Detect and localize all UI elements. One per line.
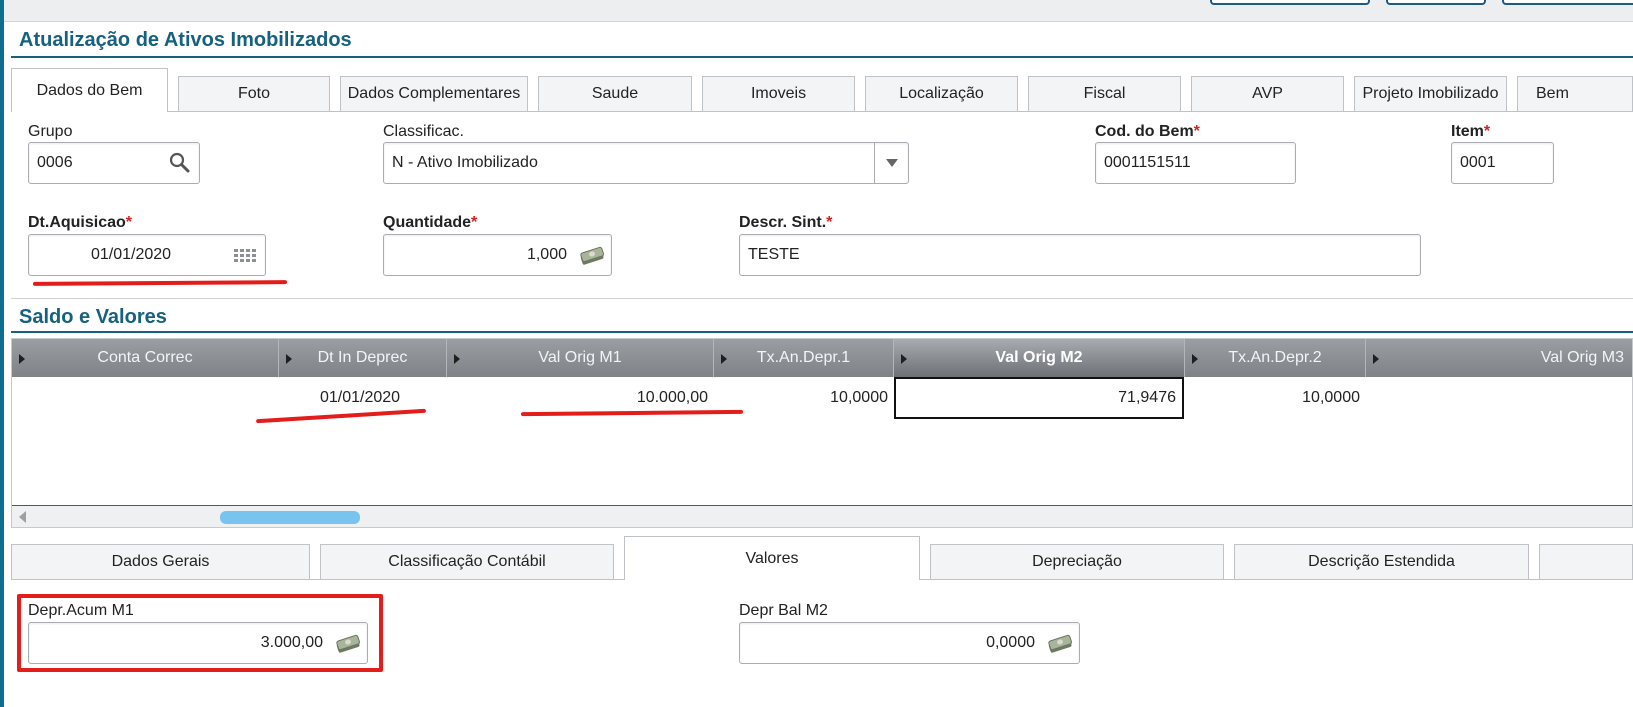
tab-fiscal[interactable]: Fiscal [1028, 76, 1181, 112]
column-label: Val Orig M1 [538, 349, 622, 366]
tab-descricao-estendida[interactable]: Descrição Estendida [1234, 544, 1529, 580]
money-icon[interactable] [1045, 631, 1075, 655]
depr-bal-m2-label: Depr Bal M2 [739, 602, 828, 619]
quantidade-value: 1,000 [526, 246, 567, 263]
column-conta-correc[interactable]: Conta Correc [12, 339, 279, 377]
cod-bem-field[interactable]: 0001151511 [1095, 142, 1296, 184]
quantidade-field[interactable]: 1,000 [383, 234, 612, 276]
cod-bem-value: 0001151511 [1104, 154, 1191, 171]
required-mark: * [1193, 123, 1200, 140]
cell-val-orig-m3[interactable] [1366, 377, 1632, 419]
tab-valores[interactable]: Valores [624, 536, 920, 580]
tab-depreciacao[interactable]: Depreciação [930, 544, 1224, 580]
tab-localizacao[interactable]: Localização [865, 76, 1018, 112]
saldo-underline [11, 331, 1633, 333]
grid-header: Conta Correc Dt In Deprec Val Orig M1 Tx… [12, 339, 1632, 377]
cell-tx-an-depr-2[interactable]: 10,0000 [1185, 377, 1366, 419]
tab-projeto-imobilizado[interactable]: Projeto Imobilizado [1354, 76, 1507, 112]
column-val-orig-m3[interactable]: Val Orig M3 [1366, 339, 1632, 377]
classificac-select[interactable]: N - Ativo Imobilizado [383, 142, 909, 184]
tab-imoveis[interactable]: Imoveis [702, 76, 855, 112]
annotation-box [17, 594, 383, 672]
left-accent-bar [0, 0, 4, 707]
form-divider [11, 298, 1633, 299]
quantidade-label-text: Quantidade [383, 214, 472, 231]
column-arrow-icon [454, 354, 460, 364]
column-label: Dt In Deprec [317, 349, 408, 366]
column-label: Tx.An.Depr.2 [1228, 349, 1322, 366]
grupo-field[interactable]: 0006 [28, 142, 200, 184]
tab-avp[interactable]: AVP [1191, 76, 1344, 112]
tab-saude[interactable]: Saude [538, 76, 692, 112]
quantidade-label: Quantidade* [383, 214, 477, 232]
column-label: Tx.An.Depr.1 [756, 349, 851, 366]
column-label: Conta Correc [97, 349, 193, 366]
tab-classificacao-contabil[interactable]: Classificação Contábil [320, 544, 614, 580]
classificac-label: Classificac. [383, 123, 464, 140]
classificac-value: N - Ativo Imobilizado [392, 154, 538, 171]
cell-val-orig-m2[interactable]: 71,9476 [894, 377, 1184, 419]
column-arrow-icon [901, 354, 907, 364]
dt-aquisicao-value: 01/01/2020 [90, 246, 172, 263]
dt-aquisicao-label: Dt.Aquisicao* [28, 214, 132, 232]
tab-dados-complementares[interactable]: Dados Complementares [340, 76, 528, 112]
horizontal-scrollbar[interactable] [12, 505, 1632, 527]
descr-sint-label: Descr. Sint.* [739, 214, 832, 232]
tab-dados-do-bem[interactable]: Dados do Bem [11, 68, 168, 112]
column-dt-in-deprec[interactable]: Dt In Deprec [279, 339, 447, 377]
column-arrow-icon [1192, 354, 1198, 364]
tab-bem[interactable]: Bem [1517, 76, 1633, 112]
page-title: Atualização de Ativos Imobilizados [19, 29, 352, 51]
cod-bem-label-text: Cod. do Bem [1095, 123, 1194, 140]
column-arrow-icon [721, 354, 727, 364]
tab-more[interactable] [1539, 544, 1633, 580]
column-label: Val Orig M2 [995, 349, 1083, 366]
column-arrow-icon [1373, 354, 1379, 364]
toolbar-button-3[interactable] [1502, 0, 1633, 5]
depr-bal-m2-value: 0,0000 [986, 634, 1035, 651]
depr-bal-m2-field[interactable]: 0,0000 [739, 622, 1080, 664]
descr-sint-label-text: Descr. Sint. [739, 214, 827, 231]
column-label: Val Orig M3 [1540, 349, 1624, 366]
search-icon[interactable] [169, 152, 191, 174]
item-label: Item* [1451, 123, 1490, 141]
column-val-orig-m2[interactable]: Val Orig M2 [894, 339, 1185, 377]
column-tx-an-depr-1[interactable]: Tx.An.Depr.1 [714, 339, 894, 377]
descr-sint-field[interactable]: TESTE [739, 234, 1421, 276]
dropdown-arrow-icon[interactable] [874, 143, 908, 183]
column-arrow-icon [286, 354, 292, 364]
scroll-thumb[interactable] [220, 511, 360, 524]
cell-conta-correc[interactable] [12, 377, 279, 419]
toolbar-button-2[interactable] [1386, 0, 1486, 5]
column-tx-an-depr-2[interactable]: Tx.An.Depr.2 [1185, 339, 1366, 377]
tab-dados-gerais[interactable]: Dados Gerais [11, 544, 310, 580]
required-mark: * [1483, 123, 1491, 140]
descr-sint-value: TESTE [748, 246, 800, 263]
dt-aquisicao-field[interactable]: 01/01/2020 [28, 234, 266, 276]
required-mark: * [471, 214, 478, 231]
column-arrow-icon [19, 354, 25, 364]
item-field[interactable]: 0001 [1451, 142, 1554, 184]
tab-foto[interactable]: Foto [178, 76, 330, 112]
grupo-value: 0006 [37, 154, 73, 171]
item-label-text: Item [1451, 123, 1484, 140]
dt-aquisicao-label-text: Dt.Aquisicao [28, 214, 126, 231]
cod-bem-label: Cod. do Bem* [1095, 123, 1200, 141]
toolbar-button-1[interactable] [1210, 0, 1370, 5]
required-mark: * [125, 214, 133, 231]
calendar-icon[interactable] [225, 235, 265, 275]
item-value: 0001 [1460, 154, 1496, 171]
saldo-grid[interactable]: Conta Correc Dt In Deprec Val Orig M1 Tx… [11, 338, 1633, 528]
title-underline [11, 56, 1633, 58]
saldo-title: Saldo e Valores [19, 306, 167, 328]
required-mark: * [826, 214, 833, 231]
column-val-orig-m1[interactable]: Val Orig M1 [447, 339, 714, 377]
scroll-left-icon[interactable] [19, 511, 26, 523]
money-icon[interactable] [577, 243, 607, 267]
grupo-label: Grupo [28, 123, 73, 140]
annotation-underline [32, 280, 288, 286]
